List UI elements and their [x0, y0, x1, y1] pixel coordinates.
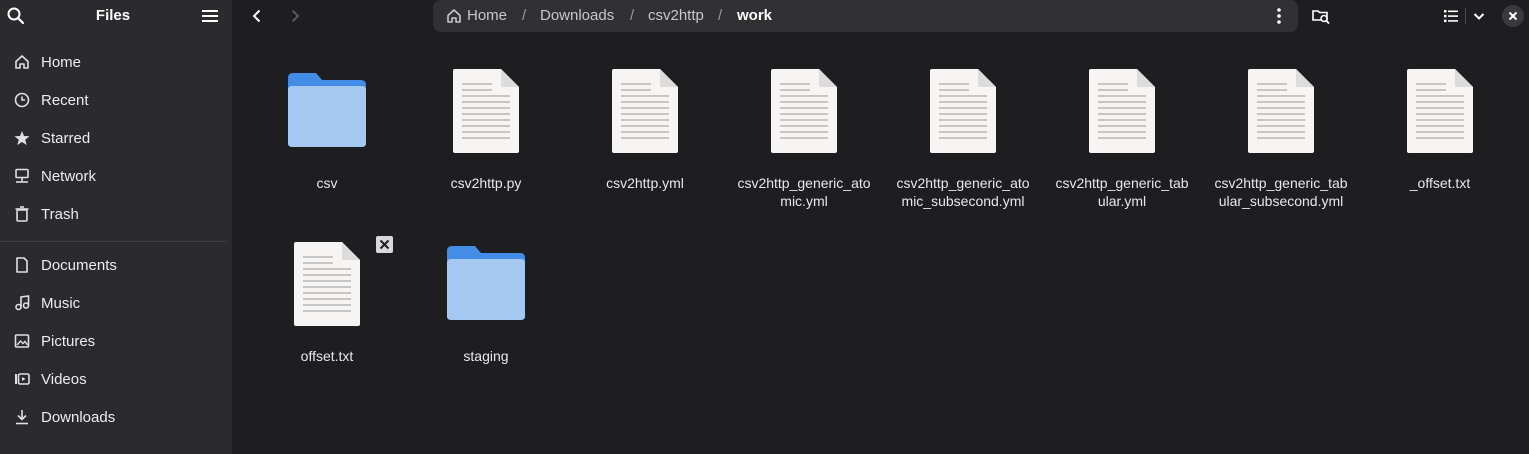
text-file-icon: [612, 69, 678, 153]
file-name: staging: [463, 348, 509, 364]
path-home-icon: [445, 7, 463, 30]
file-name: csv2http_generic_atomic.yml: [737, 175, 871, 209]
sidebar-item-documents[interactable]: Documents: [8, 248, 220, 282]
file-item-underscore-offset-txt[interactable]: _offset.txt: [1370, 69, 1510, 218]
view-options-button[interactable]: [1469, 6, 1489, 26]
chevron-left-icon: [252, 9, 261, 23]
sidebar-item-label: Pictures: [41, 332, 96, 350]
file-item-csv2http-generic-atomic-yml[interactable]: csv2http_generic_atomic.yml: [734, 69, 874, 218]
home-icon: [12, 52, 32, 72]
folder-menu-button[interactable]: [1269, 6, 1289, 26]
sidebar-item-music[interactable]: Music: [8, 286, 220, 320]
breadcrumb-csv2http[interactable]: csv2http: [648, 7, 704, 24]
forward-button[interactable]: [283, 4, 307, 28]
toolbar-divider: [1465, 8, 1466, 24]
app-title: Files: [95, 7, 131, 24]
breadcrumb-home[interactable]: Home: [467, 7, 507, 24]
close-window-button[interactable]: [1502, 5, 1524, 27]
picture-icon: [12, 331, 32, 351]
download-icon: [12, 407, 32, 427]
sidebar-item-downloads[interactable]: Downloads: [8, 400, 220, 434]
breadcrumb-separator: /: [630, 7, 635, 24]
view-list-button[interactable]: [1441, 6, 1461, 26]
search-folder-button[interactable]: [1311, 6, 1331, 26]
trash-icon: [12, 204, 32, 224]
file-item-csv2http-py[interactable]: csv2http.py: [416, 69, 556, 218]
folder-icon: [447, 246, 525, 320]
sidebar-divider: [0, 241, 227, 242]
file-name: _offset.txt: [1409, 175, 1471, 191]
sidebar-item-label: Trash: [41, 205, 79, 223]
main-menu-button[interactable]: [199, 6, 221, 26]
list-view-icon: [1444, 10, 1458, 23]
close-icon: [1508, 11, 1518, 21]
file-item-offset-txt[interactable]: offset.txt: [257, 242, 397, 371]
sidebar-item-label: Music: [41, 294, 81, 312]
file-item-csv[interactable]: csv: [257, 73, 397, 218]
file-item-csv2http-generic-tabular-yml[interactable]: csv2http_generic_tabular.yml: [1052, 69, 1192, 218]
chevron-down-icon: [1473, 13, 1485, 20]
hamburger-menu-icon: [202, 10, 218, 22]
sidebar-item-label: Downloads: [41, 408, 116, 426]
file-name: csv2http.py: [450, 175, 522, 191]
text-file-icon: [1089, 69, 1155, 153]
star-icon: [12, 128, 32, 148]
sidebar-item-label: Network: [41, 167, 97, 185]
text-file-icon: [1407, 69, 1473, 153]
breadcrumb-separator: /: [522, 7, 527, 24]
file-name: csv2http_generic_tabular.yml: [1055, 175, 1189, 209]
path-bar[interactable]: Home / Downloads / csv2http / work: [433, 0, 1298, 32]
breadcrumb-separator: /: [718, 7, 723, 24]
file-item-csv2http-generic-tabular-subsecond-yml[interactable]: csv2http_generic_tabular_subsecond.yml: [1211, 69, 1351, 218]
file-name: csv2http.yml: [606, 175, 684, 191]
file-item-csv2http-generic-atomic-subsecond-yml[interactable]: csv2http_generic_atomic_subsecond.yml: [893, 69, 1033, 218]
file-name: csv2http_generic_tabular_subsecond.yml: [1214, 175, 1348, 209]
sidebar-item-trash[interactable]: Trash: [8, 197, 220, 231]
sidebar-item-label: Home: [41, 53, 82, 71]
chevron-right-icon: [291, 9, 300, 23]
network-icon: [12, 166, 32, 186]
text-file-icon: [930, 69, 996, 153]
sidebar-item-home[interactable]: Home: [8, 45, 220, 79]
text-file-icon: [1248, 69, 1314, 153]
sidebar-item-recent[interactable]: Recent: [8, 83, 220, 117]
music-icon: [12, 293, 32, 313]
sidebar: Files Home Recent Starred Network Trash …: [0, 0, 232, 454]
sidebar-item-network[interactable]: Network: [8, 159, 220, 193]
kebab-menu-icon: [1277, 8, 1281, 24]
close-icon: [379, 239, 390, 250]
file-item-staging[interactable]: staging: [416, 246, 556, 371]
file-name: csv2http_generic_atomic_subsecond.yml: [896, 175, 1030, 209]
video-icon: [12, 369, 32, 389]
remove-badge-button[interactable]: [376, 236, 393, 253]
folder-icon: [288, 73, 366, 147]
sidebar-item-starred[interactable]: Starred: [8, 121, 220, 155]
text-file-icon: [453, 69, 519, 153]
file-name: offset.txt: [300, 348, 354, 364]
file-name: csv: [316, 175, 338, 191]
sidebar-item-pictures[interactable]: Pictures: [8, 324, 220, 358]
sidebar-header: Files: [0, 0, 232, 32]
text-file-icon: [294, 242, 360, 326]
back-button[interactable]: [245, 4, 269, 28]
breadcrumb-downloads[interactable]: Downloads: [540, 7, 614, 24]
text-file-icon: [771, 69, 837, 153]
document-icon: [12, 255, 32, 275]
sidebar-item-videos[interactable]: Videos: [8, 362, 220, 396]
clock-icon: [12, 90, 32, 110]
sidebar-item-label: Recent: [41, 91, 89, 109]
file-item-csv2http-yml[interactable]: csv2http.yml: [575, 69, 715, 218]
sidebar-item-label: Starred: [41, 129, 91, 147]
sidebar-item-label: Videos: [41, 370, 87, 388]
folder-search-icon: [1312, 10, 1330, 25]
sidebar-item-label: Documents: [41, 256, 117, 274]
breadcrumb-work[interactable]: work: [737, 7, 772, 24]
